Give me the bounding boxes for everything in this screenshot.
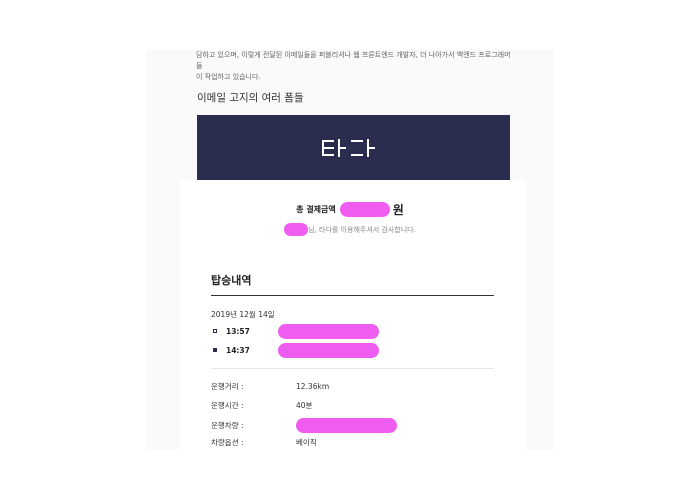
intro-line-1: 담하고 있으며, 이렇게 전달된 이메일들을 퍼블리셔나 웹 프론트엔드 개발자… [196,51,511,70]
total-payment-row: 총 결제금액 원 [146,201,554,218]
distance-value: 12.36km [296,381,330,391]
departure-marker-icon [213,329,217,333]
redacted-departure-location [278,323,379,339]
redacted-vehicle [296,417,397,433]
ride-history-title: 탑승내역 [211,274,252,287]
departure-row: 13:57 [213,323,379,339]
vehicle-row: 운행차량 : [211,417,511,433]
option-row: 차량옵션 : 베이직 [211,436,511,448]
brand-banner: 타다 [197,115,510,180]
distance-row: 운행거리 : 12.36km [211,380,511,392]
departure-time: 13:57 [226,326,250,336]
ride-date: 2019년 12월 14일 [211,310,275,319]
arrival-row: 14:37 [213,342,379,358]
vehicle-label: 운행차량 : [211,420,244,430]
redacted-name [284,223,309,236]
currency-unit: 원 [392,203,404,217]
arrival-time: 14:37 [226,345,250,355]
arrival-marker-icon [213,348,217,352]
title-divider [211,295,494,296]
intro-line-2: 이 작업하고 있습니다. [196,73,261,81]
section-heading: 이메일 고지의 여러 폼들 [197,92,304,104]
duration-row: 운행시간 : 40분 [211,399,511,411]
distance-label: 운행거리 : [211,381,244,391]
duration-value: 40분 [296,400,313,410]
option-value: 베이직 [296,437,317,447]
section-divider [211,368,494,369]
thanks-message: 님, 타다를 이용해주셔서 감사합니다. [146,223,554,236]
intro-paragraph: 담하고 있으며, 이렇게 전달된 이메일들을 퍼블리셔나 웹 프론트엔드 개발자… [196,50,516,83]
duration-label: 운행시간 : [211,400,244,410]
thanks-text: 님, 타다를 이용해주셔서 감사합니다. [308,225,416,234]
redacted-amount [339,202,390,217]
option-label: 차량옵션 : [211,437,244,447]
tada-logo: 타다 [321,138,375,157]
total-payment-label: 총 결제금액 [296,205,336,214]
email-document: 담하고 있으며, 이렇게 전달된 이메일들을 퍼블리셔나 웹 프론트엔드 개발자… [146,50,554,450]
redacted-arrival-location [278,342,379,358]
